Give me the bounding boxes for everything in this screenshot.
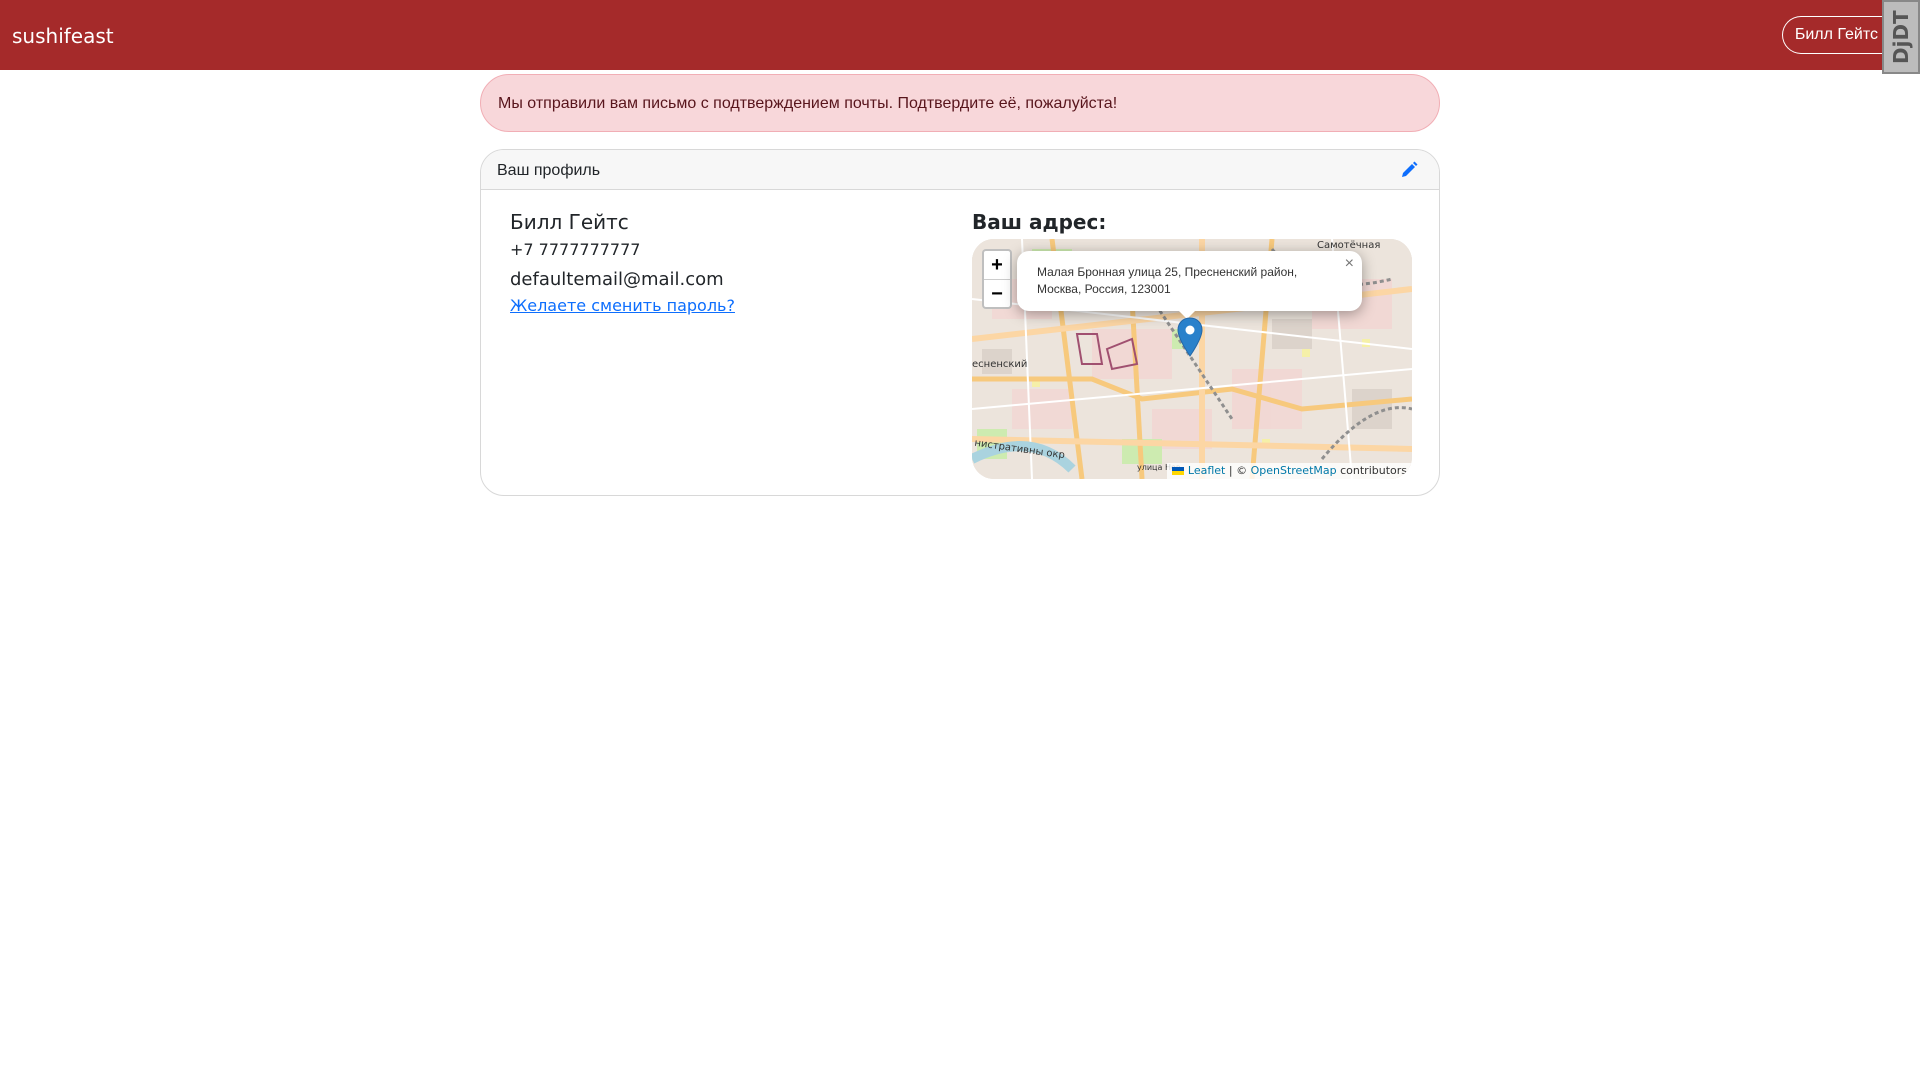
map-popup-text: Малая Бронная улица 25, Пресненский райо… (1037, 265, 1298, 296)
address-map[interactable]: Самотёчная есненский нистративны окр ули… (972, 239, 1412, 479)
user-name: Билл Гейтс (510, 210, 629, 234)
zoom-in-button[interactable]: + (984, 251, 1010, 279)
change-password-link[interactable]: Желаете сменить пароль? (510, 296, 735, 315)
user-phone: +7 7777777777 (510, 240, 641, 259)
brand-logo[interactable]: sushifeast (12, 24, 114, 48)
profile-card: Ваш профиль Билл Гейтс +7 7777777777 def… (480, 149, 1440, 496)
address-title: Ваш адрес: (972, 210, 1107, 234)
map-popup: Малая Бронная улица 25, Пресненский райо… (1017, 251, 1362, 311)
user-menu-button[interactable]: Билл Гейтс (1781, 16, 1890, 54)
debug-toolbar-handle[interactable]: DjDT (1882, 0, 1920, 74)
map-label-left: есненский (972, 359, 1028, 370)
user-email: defaultemail@mail.com (510, 269, 724, 290)
leaflet-link[interactable]: Leaflet (1188, 464, 1225, 477)
profile-card-title: Ваш профиль (497, 162, 601, 179)
attribution-separator: | © (1225, 464, 1251, 477)
zoom-out-button[interactable]: − (984, 279, 1010, 307)
email-confirmation-alert: Мы отправили вам письмо с подтверждением… (480, 74, 1440, 132)
ukraine-flag-icon (1172, 467, 1185, 475)
map-attribution: Leaflet | © OpenStreetMap contributors (1167, 463, 1412, 479)
popup-close-icon[interactable]: × (1345, 255, 1354, 272)
pencil-icon[interactable] (1399, 160, 1419, 180)
navbar: sushifeast Билл Гейтс (0, 0, 1920, 70)
osm-link[interactable]: OpenStreetMap (1251, 464, 1337, 477)
profile-card-header: Ваш профиль (481, 150, 1439, 190)
map-zoom-control: + − (982, 249, 1012, 309)
map-marker-icon[interactable] (1177, 317, 1203, 357)
map-label-top: Самотёчная (1317, 240, 1381, 251)
attribution-tail: contributors (1336, 464, 1407, 477)
